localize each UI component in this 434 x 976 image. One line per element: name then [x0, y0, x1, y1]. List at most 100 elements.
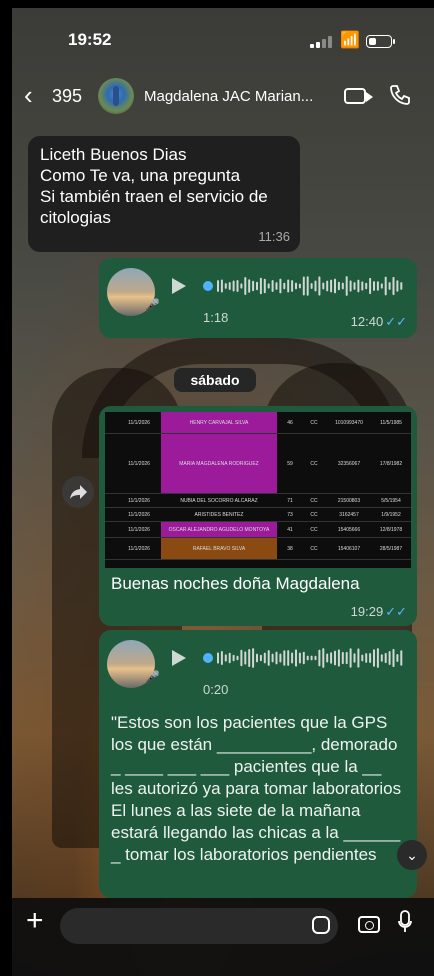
camera-icon[interactable]: [358, 916, 380, 933]
waveform-bar: [291, 652, 294, 664]
waveform-bar: [384, 276, 387, 296]
waveform[interactable]: [203, 646, 403, 670]
waveform-bar: [240, 283, 243, 289]
patient-table-image[interactable]: 11/1/2026 HENRY CARVAJAL SILVA 46 CC 1010993…: [105, 412, 411, 568]
waveform-bar: [330, 652, 333, 664]
waveform-bar: [361, 281, 364, 291]
table-cell: 1010993470: [335, 419, 363, 426]
play-icon[interactable]: [172, 650, 186, 666]
chat-screen: 19:52 📶 ‹ 395 Magdalena JAC Marian... Li…: [12, 8, 434, 976]
waveform-bar: [298, 283, 301, 289]
chevron-left-icon[interactable]: ‹: [24, 82, 33, 108]
play-icon[interactable]: [172, 278, 186, 294]
incoming-message[interactable]: Liceth Buenos Dias Como Te va, una pregu…: [28, 136, 300, 252]
waveform-bar: [252, 648, 255, 668]
waveform-bar: [220, 279, 223, 293]
waveform-bar: [326, 653, 329, 663]
table-cell: CC: [310, 497, 318, 504]
table-row: 11/1/2026 RAFAEL BRAVO SILVA 38 CC 15406107 2…: [105, 538, 411, 560]
waveform-bar: [318, 276, 321, 296]
waveform-bar: [384, 652, 387, 664]
waveform-bar: [376, 281, 379, 291]
waveform-bar: [232, 654, 235, 662]
waveform-bar: [400, 650, 403, 666]
contact-name[interactable]: Magdalena JAC Marian...: [144, 88, 313, 105]
waveform-bar: [252, 280, 255, 292]
voice-duration: 0:20: [203, 682, 229, 697]
waveform-bar: [369, 277, 372, 295]
table-cell: 71: [287, 497, 293, 504]
forward-icon[interactable]: [62, 476, 94, 508]
signal-icon: [310, 36, 332, 48]
table-cell: 12/8/1978: [379, 526, 403, 533]
waveform-bar: [291, 280, 294, 292]
waveform-bar: [337, 649, 340, 667]
waveform-bar: [228, 282, 231, 290]
chevron-down-icon[interactable]: ⌄: [397, 840, 427, 870]
table-cell: RAFAEL BRAVO SILVA: [161, 538, 277, 559]
voice-transcript: "Estos son los pacientes que la GPS los …: [111, 713, 402, 864]
table-cell: MARIA MAGDALENA RODRIGUEZ: [161, 434, 277, 493]
waveform-bar: [388, 650, 391, 666]
outgoing-voice-message[interactable]: 🎤 0:20 "Estos son los pacientes que la G…: [99, 630, 417, 898]
video-call-icon[interactable]: [344, 88, 373, 104]
read-ticks-icon: ✓✓: [385, 314, 407, 329]
waveform-bar: [295, 282, 297, 290]
outgoing-voice-message[interactable]: 🎤 1:18 12:40 ✓✓: [99, 258, 417, 338]
waveform-bar: [224, 654, 227, 662]
waveform-bar: [220, 651, 223, 665]
table-cell: 46: [287, 419, 293, 426]
waveform-bar: [306, 276, 309, 296]
waveform-bar: [259, 654, 262, 662]
table-cell: 11/5/1985: [380, 419, 402, 426]
waveform-bar: [314, 655, 317, 661]
table-cell: CC: [310, 511, 318, 518]
table-cell: HENRY CARVAJAL SILVA: [161, 412, 277, 433]
waveform-bar: [228, 652, 231, 664]
waveform-bar: [388, 282, 391, 290]
waveform-bar: [232, 280, 235, 292]
chat-header: ‹ 395 Magdalena JAC Marian...: [12, 68, 434, 124]
message-input[interactable]: [60, 908, 338, 944]
waveform-bar: [334, 650, 336, 666]
message-line: Liceth Buenos Dias: [40, 145, 187, 164]
sticker-icon[interactable]: [312, 916, 330, 934]
table-cell: CC: [310, 460, 318, 467]
waveform-bar: [283, 650, 286, 666]
waveform-bar: [357, 648, 360, 668]
outgoing-image-message[interactable]: 11/1/2026 HENRY CARVAJAL SILVA 46 CC 1010993…: [99, 406, 417, 626]
table-cell: 73: [287, 511, 293, 518]
table-cell: 15406107: [337, 545, 361, 552]
waveform-bar: [302, 651, 305, 665]
waveform-bar: [275, 651, 278, 665]
waveform-bar: [380, 283, 383, 289]
avatar[interactable]: [98, 78, 134, 114]
compose-bar: +: [12, 898, 434, 976]
waveform-bar: [361, 654, 364, 662]
read-ticks-icon: ✓✓: [385, 604, 407, 619]
plus-icon[interactable]: +: [26, 904, 44, 938]
status-time: 19:52: [68, 30, 112, 49]
waveform-bar: [330, 279, 333, 293]
table-cell: 28/5/1987: [379, 545, 403, 552]
waveform-bar: [244, 651, 247, 665]
unread-count[interactable]: 395: [52, 86, 82, 107]
waveform-bar: [271, 653, 274, 663]
table-cell: 11/1/2026: [128, 497, 150, 504]
message-time: 19:29 ✓✓: [350, 604, 407, 619]
mic-icon[interactable]: [398, 910, 412, 934]
message-line: Si también traen el servicio de: [40, 187, 268, 206]
waveform-bar: [263, 278, 266, 294]
waveform-bar: [392, 648, 395, 668]
table-cell: 1/9/1952: [381, 511, 401, 518]
waveform-bar: [256, 281, 258, 291]
waveform[interactable]: [203, 274, 403, 298]
mic-icon: 🎤: [145, 670, 160, 684]
phone-icon[interactable]: [388, 83, 412, 107]
waveform-bar: [267, 650, 270, 666]
mic-icon: 🎤: [145, 298, 160, 312]
table-row: 11/1/2026 OSCAR ALEJANDRO AGUDELO MONTOYA…: [105, 522, 411, 538]
waveform-bar: [341, 651, 344, 665]
waveform-bar: [314, 280, 317, 292]
waveform-bar: [217, 652, 219, 664]
